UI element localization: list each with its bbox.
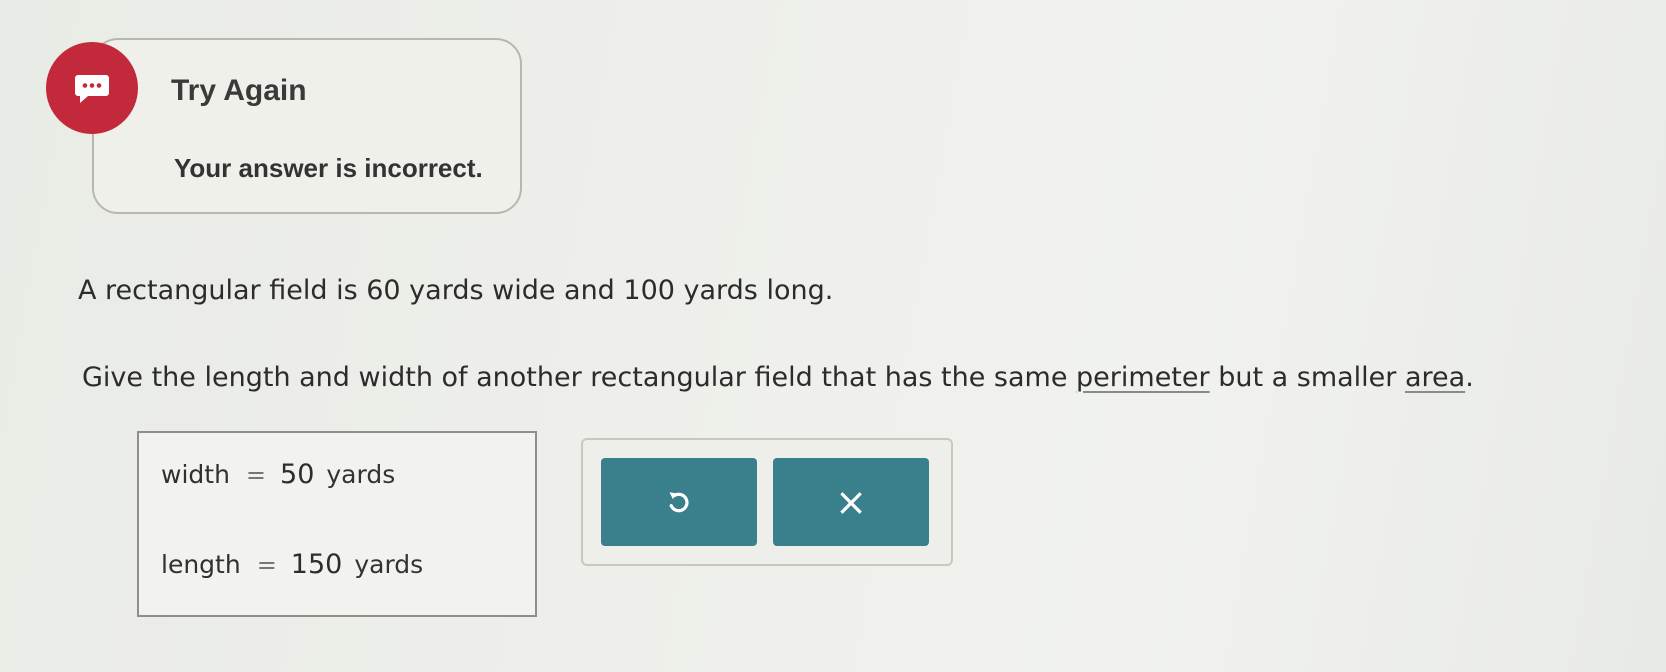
question-text-prefix: Give the length and width of another rec…	[82, 362, 1077, 393]
answer-box: width = 50 yards length = 150 yards	[137, 431, 537, 617]
question-text-middle: but a smaller	[1209, 362, 1405, 393]
chat-bubble-icon	[75, 75, 109, 103]
problem-statement: A rectangular field is 60 yards wide and…	[78, 275, 834, 306]
feedback-title: Try Again	[171, 74, 307, 107]
length-equals: =	[256, 551, 277, 579]
undo-button[interactable]	[601, 458, 757, 546]
perimeter-term-link[interactable]: perimeter	[1076, 362, 1210, 393]
area-term-link[interactable]: area	[1405, 362, 1465, 393]
action-panel: ×	[581, 438, 953, 566]
width-row: width = 50 yards	[161, 459, 395, 490]
undo-icon	[669, 492, 689, 513]
length-label: length	[161, 550, 241, 579]
feedback-badge	[46, 42, 138, 134]
question-text-suffix: .	[1465, 362, 1474, 393]
width-equals: =	[245, 461, 267, 489]
width-unit: yards	[326, 460, 396, 489]
length-input[interactable]: 150	[291, 549, 343, 580]
feedback-message: Your answer is incorrect.	[174, 153, 483, 183]
length-row: length = 150 yards	[161, 549, 423, 580]
problem-question: Give the length and width of another rec…	[82, 362, 1474, 393]
width-input[interactable]: 50	[280, 459, 314, 490]
clear-button[interactable]: ×	[773, 458, 929, 546]
feedback-card	[92, 38, 522, 214]
width-label: width	[161, 460, 230, 489]
close-icon: ×	[835, 480, 867, 524]
length-unit: yards	[354, 550, 424, 579]
